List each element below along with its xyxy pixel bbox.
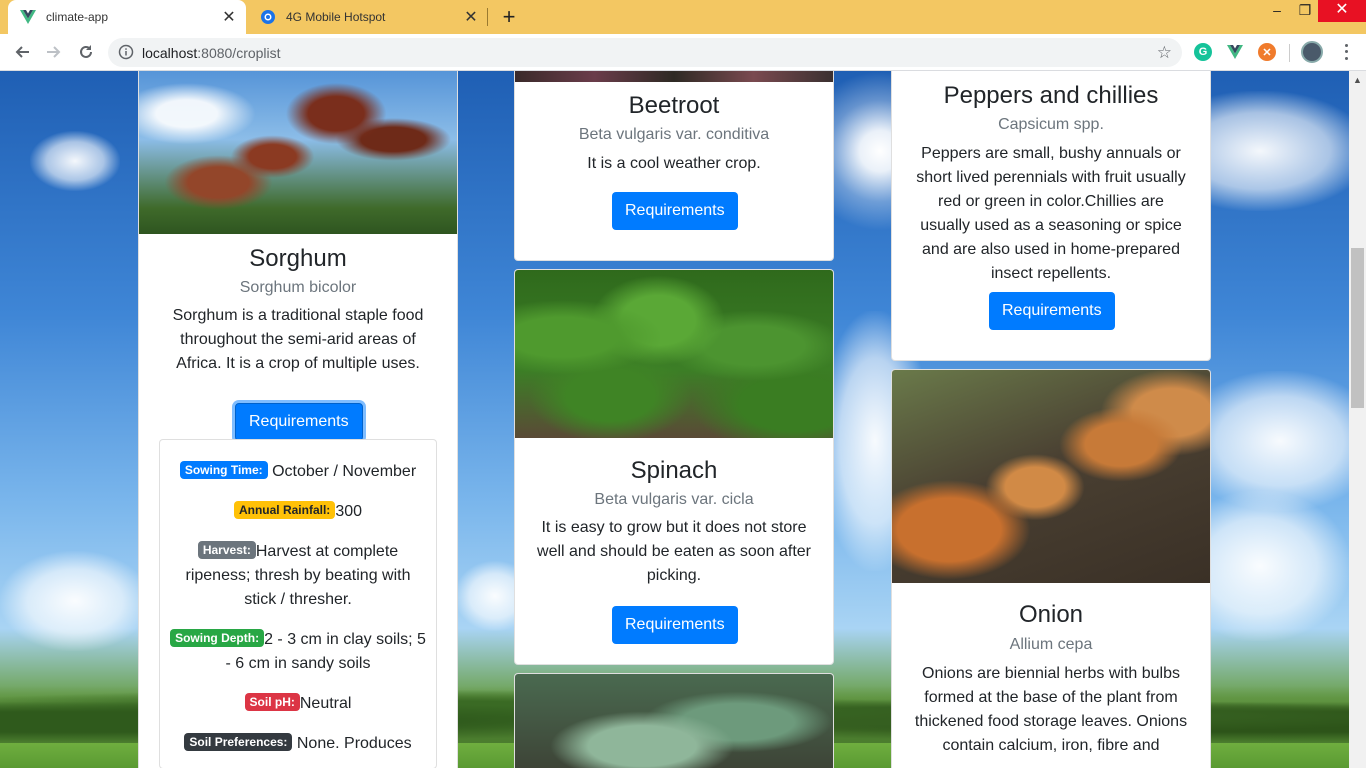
soil-ph-value: Neutral <box>299 695 352 712</box>
tab-4g-hotspot[interactable]: 4G Mobile Hotspot ✕ <box>248 0 488 34</box>
crop-description: Sorghum is a traditional staple food thr… <box>172 307 424 372</box>
globe-icon <box>260 9 276 25</box>
crop-scientific-name: Beta vulgaris var. conditiva <box>578 126 770 143</box>
requirements-button[interactable]: Requirements <box>612 606 738 644</box>
requirements-button[interactable]: Requirements <box>235 403 363 441</box>
crop-image-sorghum <box>139 71 457 234</box>
harvest-badge: Harvest: <box>197 541 256 559</box>
soil-ph-badge: Soil pH: <box>244 693 300 711</box>
new-tab-icon[interactable]: + <box>498 6 520 29</box>
requirements-panel: Sowing Time: October / November Annual R… <box>159 439 437 768</box>
sowing-time-value: October / November <box>272 463 417 480</box>
reload-icon[interactable] <box>74 40 98 64</box>
crop-description: It is a cool weather crop. <box>587 155 761 172</box>
req-sowing-depth: Sowing Depth: 2 - 3 cm in clay soils; 5 -… <box>170 628 426 676</box>
address-bar[interactable]: localhost:8080/croplist ☆ <box>108 38 1182 67</box>
crop-description: Onions are biennial herbs with bulbs for… <box>914 665 1188 754</box>
crop-name: Spinach <box>630 457 718 484</box>
toolbar-divider <box>1289 44 1290 62</box>
grammarly-icon[interactable]: G <box>1194 43 1212 61</box>
vue-logo-icon <box>20 9 36 25</box>
back-arrow-icon[interactable] <box>10 40 34 64</box>
crop-description: Peppers are small, bushy annuals or shor… <box>916 145 1186 282</box>
soil-preferences-badge: Soil Preferences: <box>184 733 293 751</box>
crop-name: Sorghum <box>249 245 347 272</box>
minimize-icon[interactable]: – <box>1262 0 1292 22</box>
crop-name: Beetroot <box>628 92 720 119</box>
req-harvest: Harvest: Harvest at complete ripeness; th… <box>170 540 426 612</box>
crop-scientific-name: Beta vulgaris var. cicla <box>594 491 754 508</box>
maximize-icon[interactable]: ❐ <box>1290 0 1320 22</box>
tab-title: climate-app <box>46 10 109 24</box>
tab-close-icon[interactable]: ✕ <box>220 8 238 26</box>
crop-card-spinach: Spinach Beta vulgaris var. cicla It is e… <box>514 269 834 665</box>
crop-description: It is easy to grow but it does not store… <box>537 519 811 584</box>
page-viewport: Sorghum Sorghum bicolor Sorghum is a tra… <box>0 71 1349 768</box>
crop-scientific-name: Sorghum bicolor <box>239 279 357 296</box>
crop-card-cabbage <box>514 673 834 768</box>
requirements-button[interactable]: Requirements <box>612 192 738 230</box>
tab-bar: climate-app ✕ 4G Mobile Hotspot ✕ + – ❐ … <box>0 0 1366 34</box>
bookmark-star-icon[interactable]: ☆ <box>1157 43 1172 63</box>
crop-name: Peppers and chillies <box>943 82 1159 109</box>
crop-image-onion <box>892 370 1210 583</box>
menu-icon[interactable] <box>1338 42 1354 62</box>
req-rainfall: Annual Rainfall: 300 <box>170 500 426 524</box>
crop-image-beetroot <box>515 71 833 82</box>
page-scrollbar[interactable]: ▲ <box>1349 71 1366 768</box>
sowing-depth-badge: Sowing Depth: <box>170 629 265 647</box>
profile-avatar[interactable] <box>1301 41 1323 63</box>
req-soil-ph: Soil pH: Neutral <box>170 692 426 716</box>
crop-card-peppers: Peppers and chillies Capsicum spp. Peppe… <box>891 71 1211 361</box>
crop-card-onion: Onion Allium cepa Onions are biennial he… <box>891 369 1211 768</box>
extension-icon[interactable]: ✕ <box>1258 43 1276 61</box>
scroll-up-icon[interactable]: ▲ <box>1353 75 1362 85</box>
background-cloud <box>0 551 150 651</box>
soil-preferences-value: None. Produces <box>296 735 412 752</box>
forward-arrow-icon[interactable] <box>42 40 66 64</box>
url-text: localhost:8080/croplist <box>142 45 281 61</box>
crop-scientific-name: Allium cepa <box>1009 636 1093 653</box>
url-path: :8080/croplist <box>197 45 281 61</box>
scrollbar-thumb[interactable] <box>1351 248 1364 408</box>
crop-image-spinach <box>515 270 833 438</box>
crop-image-cabbage <box>515 674 833 768</box>
crop-card-beetroot: Beetroot Beta vulgaris var. conditiva It… <box>514 71 834 261</box>
req-soil-preferences: Soil Preferences: None. Produces <box>170 732 426 756</box>
tab-climate-app[interactable]: climate-app ✕ <box>8 0 246 34</box>
background-cloud <box>30 131 120 191</box>
requirements-button[interactable]: Requirements <box>989 292 1115 330</box>
crop-name: Onion <box>1018 601 1084 628</box>
sowing-time-badge: Sowing Time: <box>179 461 268 479</box>
tab-close-icon[interactable]: ✕ <box>462 8 480 26</box>
tab-title: 4G Mobile Hotspot <box>286 10 386 24</box>
vue-devtools-icon[interactable] <box>1226 43 1244 61</box>
info-icon[interactable] <box>118 44 134 60</box>
window-close-icon[interactable]: ✕ <box>1318 0 1366 22</box>
url-host: localhost <box>142 45 198 61</box>
browser-toolbar: localhost:8080/croplist ☆ G ✕ <box>0 34 1366 71</box>
req-sowing-time: Sowing Time: October / November <box>170 460 426 484</box>
tab-divider <box>487 8 488 26</box>
crop-scientific-name: Capsicum spp. <box>998 116 1104 133</box>
crop-card-sorghum: Sorghum Sorghum bicolor Sorghum is a tra… <box>138 71 458 768</box>
rainfall-badge: Annual Rainfall: <box>233 501 336 519</box>
rainfall-value: 300 <box>335 503 363 520</box>
